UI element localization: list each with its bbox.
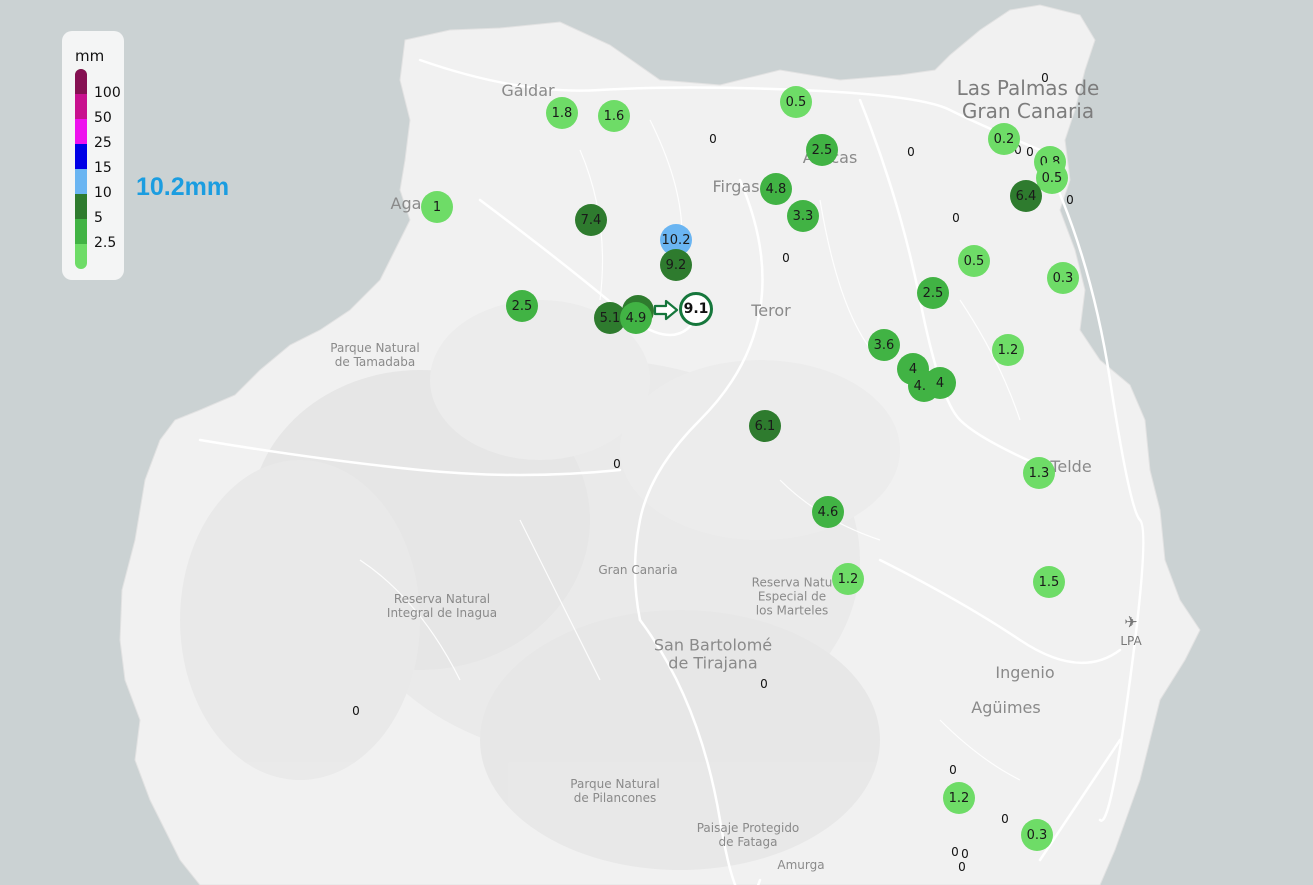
station-marker[interactable]: 2.5: [806, 134, 838, 166]
station-marker[interactable]: 0.5: [958, 245, 990, 277]
place-galdar: Gáldar: [501, 80, 555, 100]
zero-reading[interactable]: 0: [949, 763, 957, 777]
legend: mm 100 50 25 15 10 5 2.5: [62, 31, 124, 280]
zero-reading[interactable]: 0: [907, 145, 915, 159]
place-pilancones: Parque Natural de Pilancones: [570, 777, 660, 805]
zero-reading[interactable]: 0: [760, 677, 768, 691]
zero-reading[interactable]: 0: [1026, 145, 1034, 159]
zero-reading[interactable]: 0: [958, 860, 966, 874]
place-gran-canaria: Gran Canaria: [598, 563, 678, 578]
station-marker[interactable]: 1.2: [832, 563, 864, 595]
zero-reading[interactable]: 0: [782, 251, 790, 265]
station-marker[interactable]: 1.3: [1023, 457, 1055, 489]
station-marker[interactable]: 2.5: [917, 277, 949, 309]
place-tamadaba: Parque Natural de Tamadaba: [330, 341, 420, 369]
station-marker[interactable]: 4.6: [812, 496, 844, 528]
airplane-icon: ✈: [1124, 612, 1138, 632]
station-marker[interactable]: 1.5: [1033, 566, 1065, 598]
station-marker[interactable]: 1.6: [598, 100, 630, 132]
selected-station-marker[interactable]: 9.1: [679, 292, 713, 326]
place-teror: Teror: [751, 300, 791, 320]
station-marker[interactable]: 0.3: [1047, 262, 1079, 294]
legend-tick: 25: [94, 135, 112, 151]
zero-reading[interactable]: 0: [961, 847, 969, 861]
legend-tick: 10: [94, 185, 112, 201]
station-marker[interactable]: 3.6: [868, 329, 900, 361]
legend-color-bar: [75, 69, 87, 269]
zero-reading[interactable]: 0: [613, 457, 621, 471]
airport-label: LPA: [1120, 634, 1142, 648]
station-marker[interactable]: 1.8: [546, 97, 578, 129]
station-marker[interactable]: 4.8: [760, 173, 792, 205]
place-las-palmas: Las Palmas de Gran Canaria: [956, 76, 1100, 123]
station-marker[interactable]: 4.9: [620, 302, 652, 334]
station-marker[interactable]: 6.1: [749, 410, 781, 442]
place-fataga: Paisaje Protegido de Fataga: [696, 821, 800, 849]
map-canvas[interactable]: [0, 0, 1313, 885]
station-marker[interactable]: 0.2: [988, 123, 1020, 155]
legend-unit: mm: [75, 47, 105, 65]
station-marker[interactable]: 1.2: [943, 782, 975, 814]
zero-reading[interactable]: 0: [952, 211, 960, 225]
station-marker[interactable]: 7.4: [575, 204, 607, 236]
station-marker[interactable]: 3.3: [787, 200, 819, 232]
legend-tick: 15: [94, 160, 112, 176]
zero-reading[interactable]: 0: [352, 704, 360, 718]
station-marker[interactable]: 0.3: [1021, 819, 1053, 851]
place-amurga: Amurga: [777, 858, 825, 873]
legend-tick: 100: [94, 85, 121, 101]
place-aguimes: Agüimes: [971, 697, 1041, 717]
station-marker[interactable]: 1.2: [992, 334, 1024, 366]
max-value-label: 10.2mm: [136, 173, 230, 201]
place-agaete: Aga: [390, 193, 422, 213]
station-marker[interactable]: 2.5: [506, 290, 538, 322]
station-marker[interactable]: 6.4: [1010, 180, 1042, 212]
arrow-right-icon: [653, 299, 679, 321]
zero-reading[interactable]: 0: [1066, 193, 1074, 207]
selected-station-value: 9.1: [683, 301, 709, 317]
zero-reading[interactable]: 0: [1001, 812, 1009, 826]
place-inagua: Reserva Natural Integral de Inagua: [386, 592, 498, 620]
legend-tick: 50: [94, 110, 112, 126]
zero-reading[interactable]: 0: [1041, 71, 1049, 85]
station-marker[interactable]: 4: [924, 367, 956, 399]
legend-tick: 5: [94, 210, 103, 226]
zero-reading[interactable]: 0: [709, 132, 717, 146]
legend-tick: 2.5: [94, 235, 117, 251]
place-firgas: Firgas: [712, 176, 760, 196]
zero-reading[interactable]: 0: [951, 845, 959, 859]
station-marker[interactable]: 0.5: [780, 86, 812, 118]
place-san-bartolome: San Bartolomé de Tirajana: [653, 635, 773, 673]
station-marker[interactable]: 9.2: [660, 249, 692, 281]
place-telde: Telde: [1050, 456, 1092, 476]
station-marker[interactable]: 1: [421, 191, 453, 223]
place-marteles: Reserva Natu Especial de los Marteles: [751, 575, 833, 617]
place-ingenio: Ingenio: [995, 662, 1055, 682]
